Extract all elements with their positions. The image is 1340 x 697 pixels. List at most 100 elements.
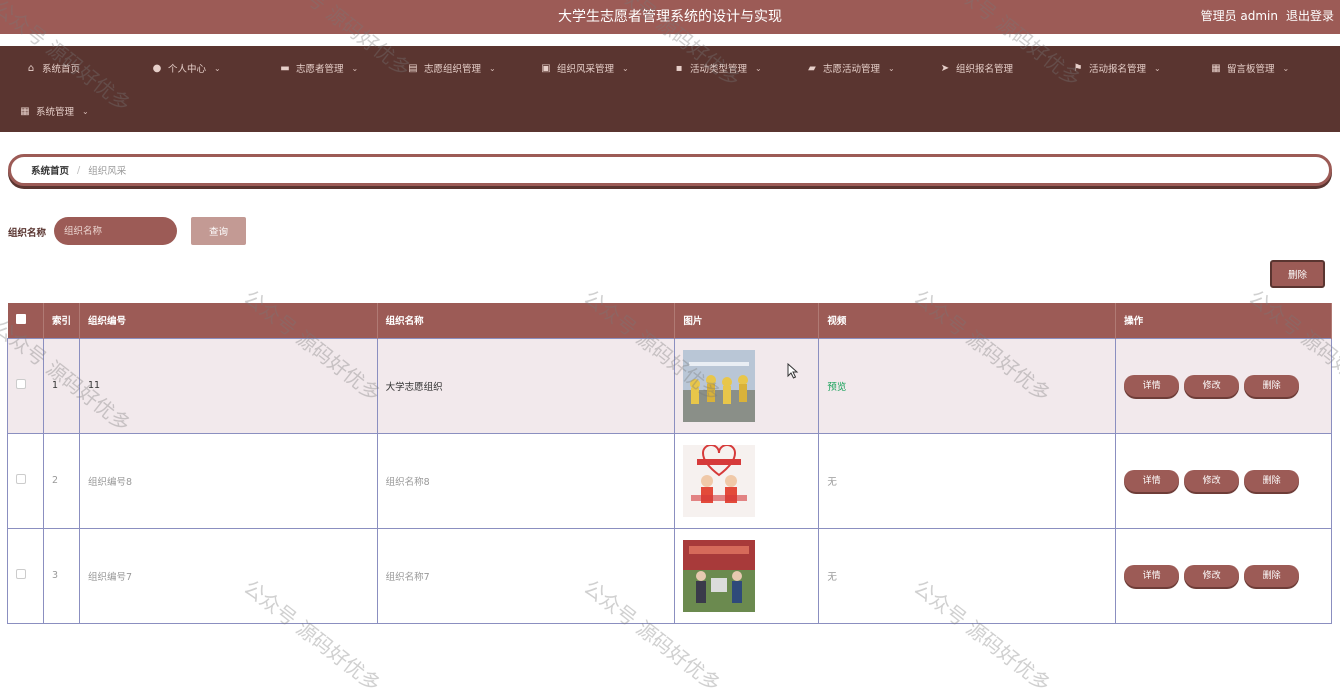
cell-name: 大学志愿组织 — [376, 337, 676, 434]
user-icon: ● — [152, 62, 162, 74]
cell-code: 组织编号8 — [78, 432, 378, 529]
edit-button[interactable]: 修改 — [1184, 469, 1240, 492]
nav-item-label: 系统首页 — [42, 64, 81, 75]
grid-icon: ▦ — [1211, 62, 1221, 74]
cell-index: 2 — [42, 432, 80, 529]
table-row[interactable]: 1 11 大学志愿组织 预览 详情 修改 删除 — [7, 337, 1332, 434]
col-header-name: 组织名称 — [377, 303, 676, 338]
cell-index: 1 — [42, 337, 80, 434]
chart-icon: ▣ — [541, 62, 551, 74]
row-checkbox[interactable] — [16, 569, 26, 579]
nav-item-label: 系统管理 — [36, 107, 75, 118]
cell-image — [674, 337, 820, 434]
batch-delete-button[interactable]: 删除 — [1270, 260, 1325, 288]
row-checkbox-cell[interactable] — [7, 337, 44, 434]
clipboard-icon: ▤ — [408, 62, 418, 74]
cell-code: 11 — [78, 337, 378, 434]
nav-item-home[interactable]: ⌂ 系统首页 — [26, 61, 81, 76]
flag-icon: ⚑ — [1073, 62, 1083, 74]
breadcrumb: 系统首页 / 组织风采 — [8, 154, 1332, 186]
nav-item-label: 活动报名管理 — [1089, 64, 1147, 75]
cell-code: 组织编号7 — [78, 527, 378, 624]
cell-image — [674, 432, 820, 529]
cell-ops: 详情 修改 删除 — [1115, 432, 1332, 529]
col-header-code: 组织编号 — [79, 303, 378, 338]
chevron-down-icon: ⌄ — [888, 63, 895, 73]
row-checkbox-cell[interactable] — [7, 527, 44, 624]
cell-video: 无 — [818, 527, 1117, 624]
nav-item-personal-center[interactable]: ● 个人中心 ⌄ — [152, 61, 221, 76]
cell-video: 无 — [818, 432, 1117, 529]
detail-button[interactable]: 详情 — [1124, 564, 1180, 587]
breadcrumb-current: 组织风采 — [88, 166, 127, 177]
home-icon: ⌂ — [27, 62, 35, 74]
delete-button[interactable]: 删除 — [1244, 469, 1300, 492]
col-header-video: 视频 — [818, 303, 1117, 338]
chat-icon: ▪ — [675, 62, 683, 74]
nav-item-org-style[interactable]: ▣ 组织风采管理 ⌄ — [541, 61, 629, 76]
nav-item-activity[interactable]: ▰ 志愿活动管理 ⌄ — [807, 61, 895, 76]
nav-item-volunteer[interactable]: ▬ 志愿者管理 ⌄ — [280, 61, 359, 76]
table-row[interactable]: 3 组织编号7 组织名称7 无 详情 修改 删除 — [7, 527, 1332, 624]
breadcrumb-separator: / — [77, 164, 81, 176]
briefcase-icon: ▰ — [808, 62, 816, 74]
volunteer-group-photo[interactable] — [683, 349, 756, 422]
edit-button[interactable]: 修改 — [1184, 564, 1240, 587]
chevron-down-icon: ⌄ — [351, 63, 359, 73]
cell-ops: 详情 修改 删除 — [1115, 337, 1332, 434]
mouse-cursor-icon — [787, 363, 799, 379]
query-button[interactable]: 查询 — [191, 217, 246, 245]
ticket-icon: ▬ — [280, 62, 290, 74]
nav-item-system[interactable]: ▦ 系统管理 ⌄ — [20, 104, 89, 119]
chevron-down-icon: ⌄ — [1282, 63, 1290, 73]
logout-link[interactable]: 退出登录 — [1286, 7, 1334, 24]
detail-button[interactable]: 详情 — [1124, 374, 1180, 397]
nav-item-label: 留言板管理 — [1227, 64, 1275, 75]
main-nav: ⌂ 系统首页 ● 个人中心 ⌄ ▬ 志愿者管理 ⌄ ▤ 志愿组织管理 ⌄ ▣ 组… — [0, 46, 1340, 132]
chevron-down-icon: ⌄ — [1154, 63, 1161, 73]
edit-button[interactable]: 修改 — [1184, 374, 1240, 397]
select-all-checkbox[interactable] — [15, 313, 26, 324]
nav-item-activity-signup[interactable]: ⚑ 活动报名管理 ⌄ — [1073, 61, 1161, 76]
nav-item-message-board[interactable]: ▦ 留言板管理 ⌄ — [1211, 61, 1290, 76]
nav-item-label: 组织报名管理 — [956, 64, 1014, 75]
table-row[interactable]: 2 组织编号8 组织名称8 无 详情 修改 删除 — [7, 432, 1332, 529]
row-checkbox-cell[interactable] — [7, 432, 44, 529]
chevron-down-icon: ⌄ — [622, 63, 629, 73]
search-input[interactable] — [54, 217, 177, 245]
chevron-down-icon: ⌄ — [489, 63, 496, 73]
row-checkbox[interactable] — [16, 379, 26, 389]
chevron-down-icon: ⌄ — [82, 106, 89, 116]
chevron-down-icon: ⌄ — [214, 63, 221, 73]
table-header-row: 索引 组织编号 组织名称 图片 视频 操作 — [7, 303, 1332, 338]
detail-button[interactable]: 详情 — [1124, 469, 1180, 492]
video-preview-link[interactable]: 预览 — [827, 382, 846, 393]
nav-item-org-signup[interactable]: ➤ 组织报名管理 — [940, 61, 1014, 76]
nav-item-label: 志愿活动管理 — [823, 64, 881, 75]
cell-name: 组织名称8 — [376, 432, 676, 529]
cell-video: 预览 — [818, 337, 1117, 434]
nav-item-activity-type[interactable]: ▪ 活动类型管理 ⌄ — [674, 61, 762, 76]
select-all-cell[interactable] — [7, 303, 44, 338]
delete-button[interactable]: 删除 — [1244, 374, 1300, 397]
app-title: 大学生志愿者管理系统的设计与实现 — [558, 9, 782, 25]
col-header-index: 索引 — [43, 303, 80, 338]
row-checkbox[interactable] — [16, 474, 26, 484]
volunteer-day-poster[interactable] — [683, 444, 756, 517]
col-header-image: 图片 — [674, 303, 820, 338]
nav-item-label: 个人中心 — [168, 64, 207, 75]
header-user-area: 管理员 admin 退出登录 — [1201, 7, 1334, 24]
top-header: 大学生志愿者管理系统的设计与实现 管理员 admin 退出登录 — [0, 0, 1340, 34]
nav-item-org[interactable]: ▤ 志愿组织管理 ⌄ — [408, 61, 496, 76]
send-icon: ➤ — [940, 62, 950, 74]
delete-button[interactable]: 删除 — [1244, 564, 1300, 587]
chevron-down-icon: ⌄ — [755, 63, 762, 73]
breadcrumb-home[interactable]: 系统首页 — [31, 163, 69, 177]
cell-index: 3 — [42, 527, 80, 624]
cell-image — [674, 527, 820, 624]
nav-item-label: 志愿组织管理 — [424, 64, 482, 75]
volunteer-activity-photo[interactable] — [683, 539, 756, 612]
cell-ops: 详情 修改 删除 — [1115, 527, 1332, 624]
admin-label: 管理员 admin — [1200, 9, 1278, 23]
nav-item-label: 志愿者管理 — [296, 64, 344, 75]
